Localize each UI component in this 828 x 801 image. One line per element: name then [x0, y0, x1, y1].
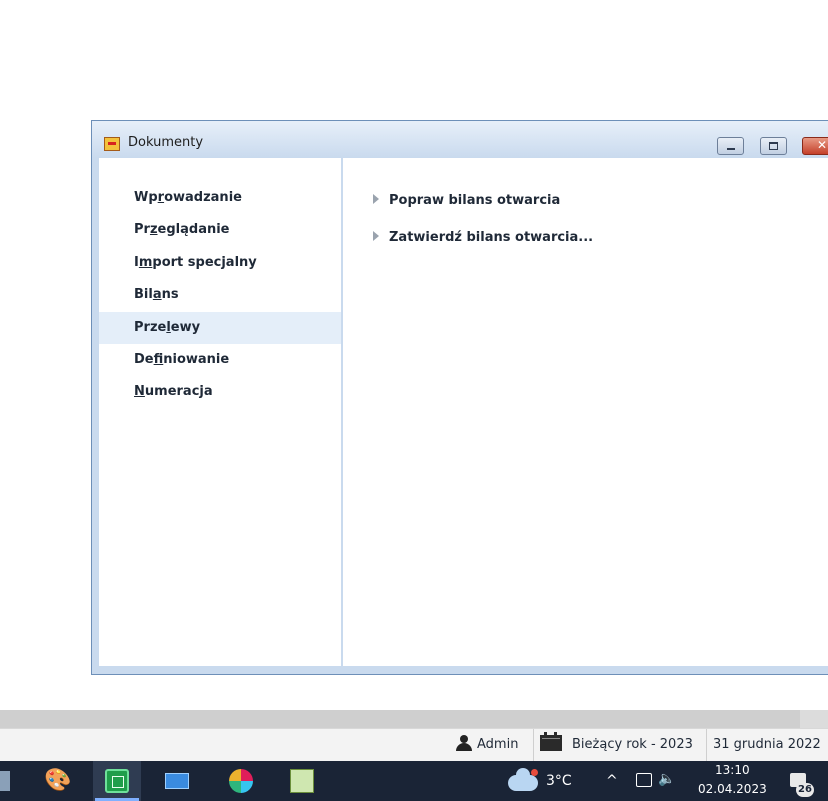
nav-item-import-specjalny[interactable]: Import specjalny [99, 248, 341, 278]
nav-accelerator: z [149, 222, 158, 237]
calendar-icon [540, 732, 562, 751]
nav-item-numeracja[interactable]: Numeracja [99, 377, 341, 407]
notepad-icon[interactable] [290, 769, 314, 793]
nav-item-definiowanie[interactable]: Definiowanie [99, 345, 341, 375]
paint-icon[interactable]: 🎨 [44, 769, 71, 793]
nav-accelerator: m [138, 255, 153, 270]
status-date[interactable]: 31 grudnia 2022 [706, 729, 827, 761]
status-bar: Admin Bieżący rok - 2023 31 grudnia 2022 [0, 728, 828, 761]
nav-label: ns [161, 287, 179, 302]
nav-label: iniowanie [163, 352, 230, 367]
slack-icon[interactable] [229, 769, 253, 793]
triangle-right-icon [373, 231, 379, 241]
minimize-button[interactable] [717, 137, 744, 155]
period-label: Bieżący rok - 2023 [572, 737, 693, 752]
nav-label: Pr [134, 222, 150, 237]
taskbar: 🎨 3°C ^ 🔈 13:10 02.04.2023 26 [0, 761, 828, 801]
clock-date[interactable]: 02.04.2023 [698, 782, 767, 796]
nav-label: owadzanie [164, 190, 242, 205]
status-user[interactable]: Admin [449, 729, 524, 761]
nav-label: Prze [134, 320, 167, 335]
close-button[interactable] [802, 137, 828, 155]
nav-label: ewy [170, 320, 201, 335]
horizontal-scrollbar[interactable] [0, 710, 828, 728]
triangle-right-icon [373, 194, 379, 204]
nav-accelerator: N [134, 384, 145, 399]
nav-accelerator: f [153, 352, 164, 367]
app-icon-partial[interactable] [0, 771, 10, 791]
user-icon [455, 735, 473, 751]
actions-pane: Popraw bilans otwarcia Zatwierdź bilans … [343, 158, 828, 666]
nav-accelerator: a [152, 287, 162, 302]
clock-time[interactable]: 13:10 [715, 763, 750, 777]
nav-item-wprowadzanie[interactable]: Wprowadzanie [99, 183, 341, 213]
weather-alert-icon [531, 769, 538, 776]
notification-badge: 26 [796, 783, 814, 797]
nav-label: De [134, 352, 154, 367]
window-titlebar[interactable]: Dokumenty [92, 121, 828, 158]
action-zatwierdz-bilans[interactable]: Zatwierdź bilans otwarcia... [373, 228, 593, 248]
nav-label: eglądanie [157, 222, 230, 237]
volume-icon[interactable]: 🔈 [658, 771, 675, 787]
nav-item-przegladanie[interactable]: Przeglądanie [99, 215, 341, 245]
nav-label: Bil [134, 287, 153, 302]
navigation-pane: Wprowadzanie Przeglądanie Import specjal… [99, 158, 341, 666]
nav-label: umeracja [144, 384, 213, 399]
contact-card-icon[interactable] [165, 773, 189, 789]
app-icon [104, 137, 120, 151]
chevron-up-icon[interactable]: ^ [606, 773, 618, 789]
action-label: Popraw bilans otwarcia [389, 193, 561, 208]
nav-label: Wp [134, 190, 158, 205]
window-title: Dokumenty [128, 135, 204, 150]
action-label: Zatwierdź bilans otwarcia... [389, 230, 594, 245]
weather-cloud-icon[interactable] [508, 768, 538, 791]
weather-temperature[interactable]: 3°C [546, 773, 572, 789]
dokumenty-window: Dokumenty Wprowadzanie Przeglądanie Impo… [91, 120, 828, 675]
action-popraw-bilans[interactable]: Popraw bilans otwarcia [373, 191, 560, 211]
network-icon[interactable] [636, 773, 652, 787]
status-period[interactable]: Bieżący rok - 2023 [533, 729, 699, 761]
user-name: Admin [477, 737, 519, 752]
maximize-button[interactable] [760, 137, 787, 155]
nav-item-bilans[interactable]: Bilans [99, 280, 341, 310]
nav-item-przelewy[interactable]: Przelewy [99, 312, 341, 344]
nav-label: port specjalny [152, 255, 257, 270]
scrollbar-thumb[interactable] [0, 710, 800, 728]
spreadsheet-app-icon[interactable] [105, 769, 129, 793]
date-label: 31 grudnia 2022 [713, 737, 821, 752]
